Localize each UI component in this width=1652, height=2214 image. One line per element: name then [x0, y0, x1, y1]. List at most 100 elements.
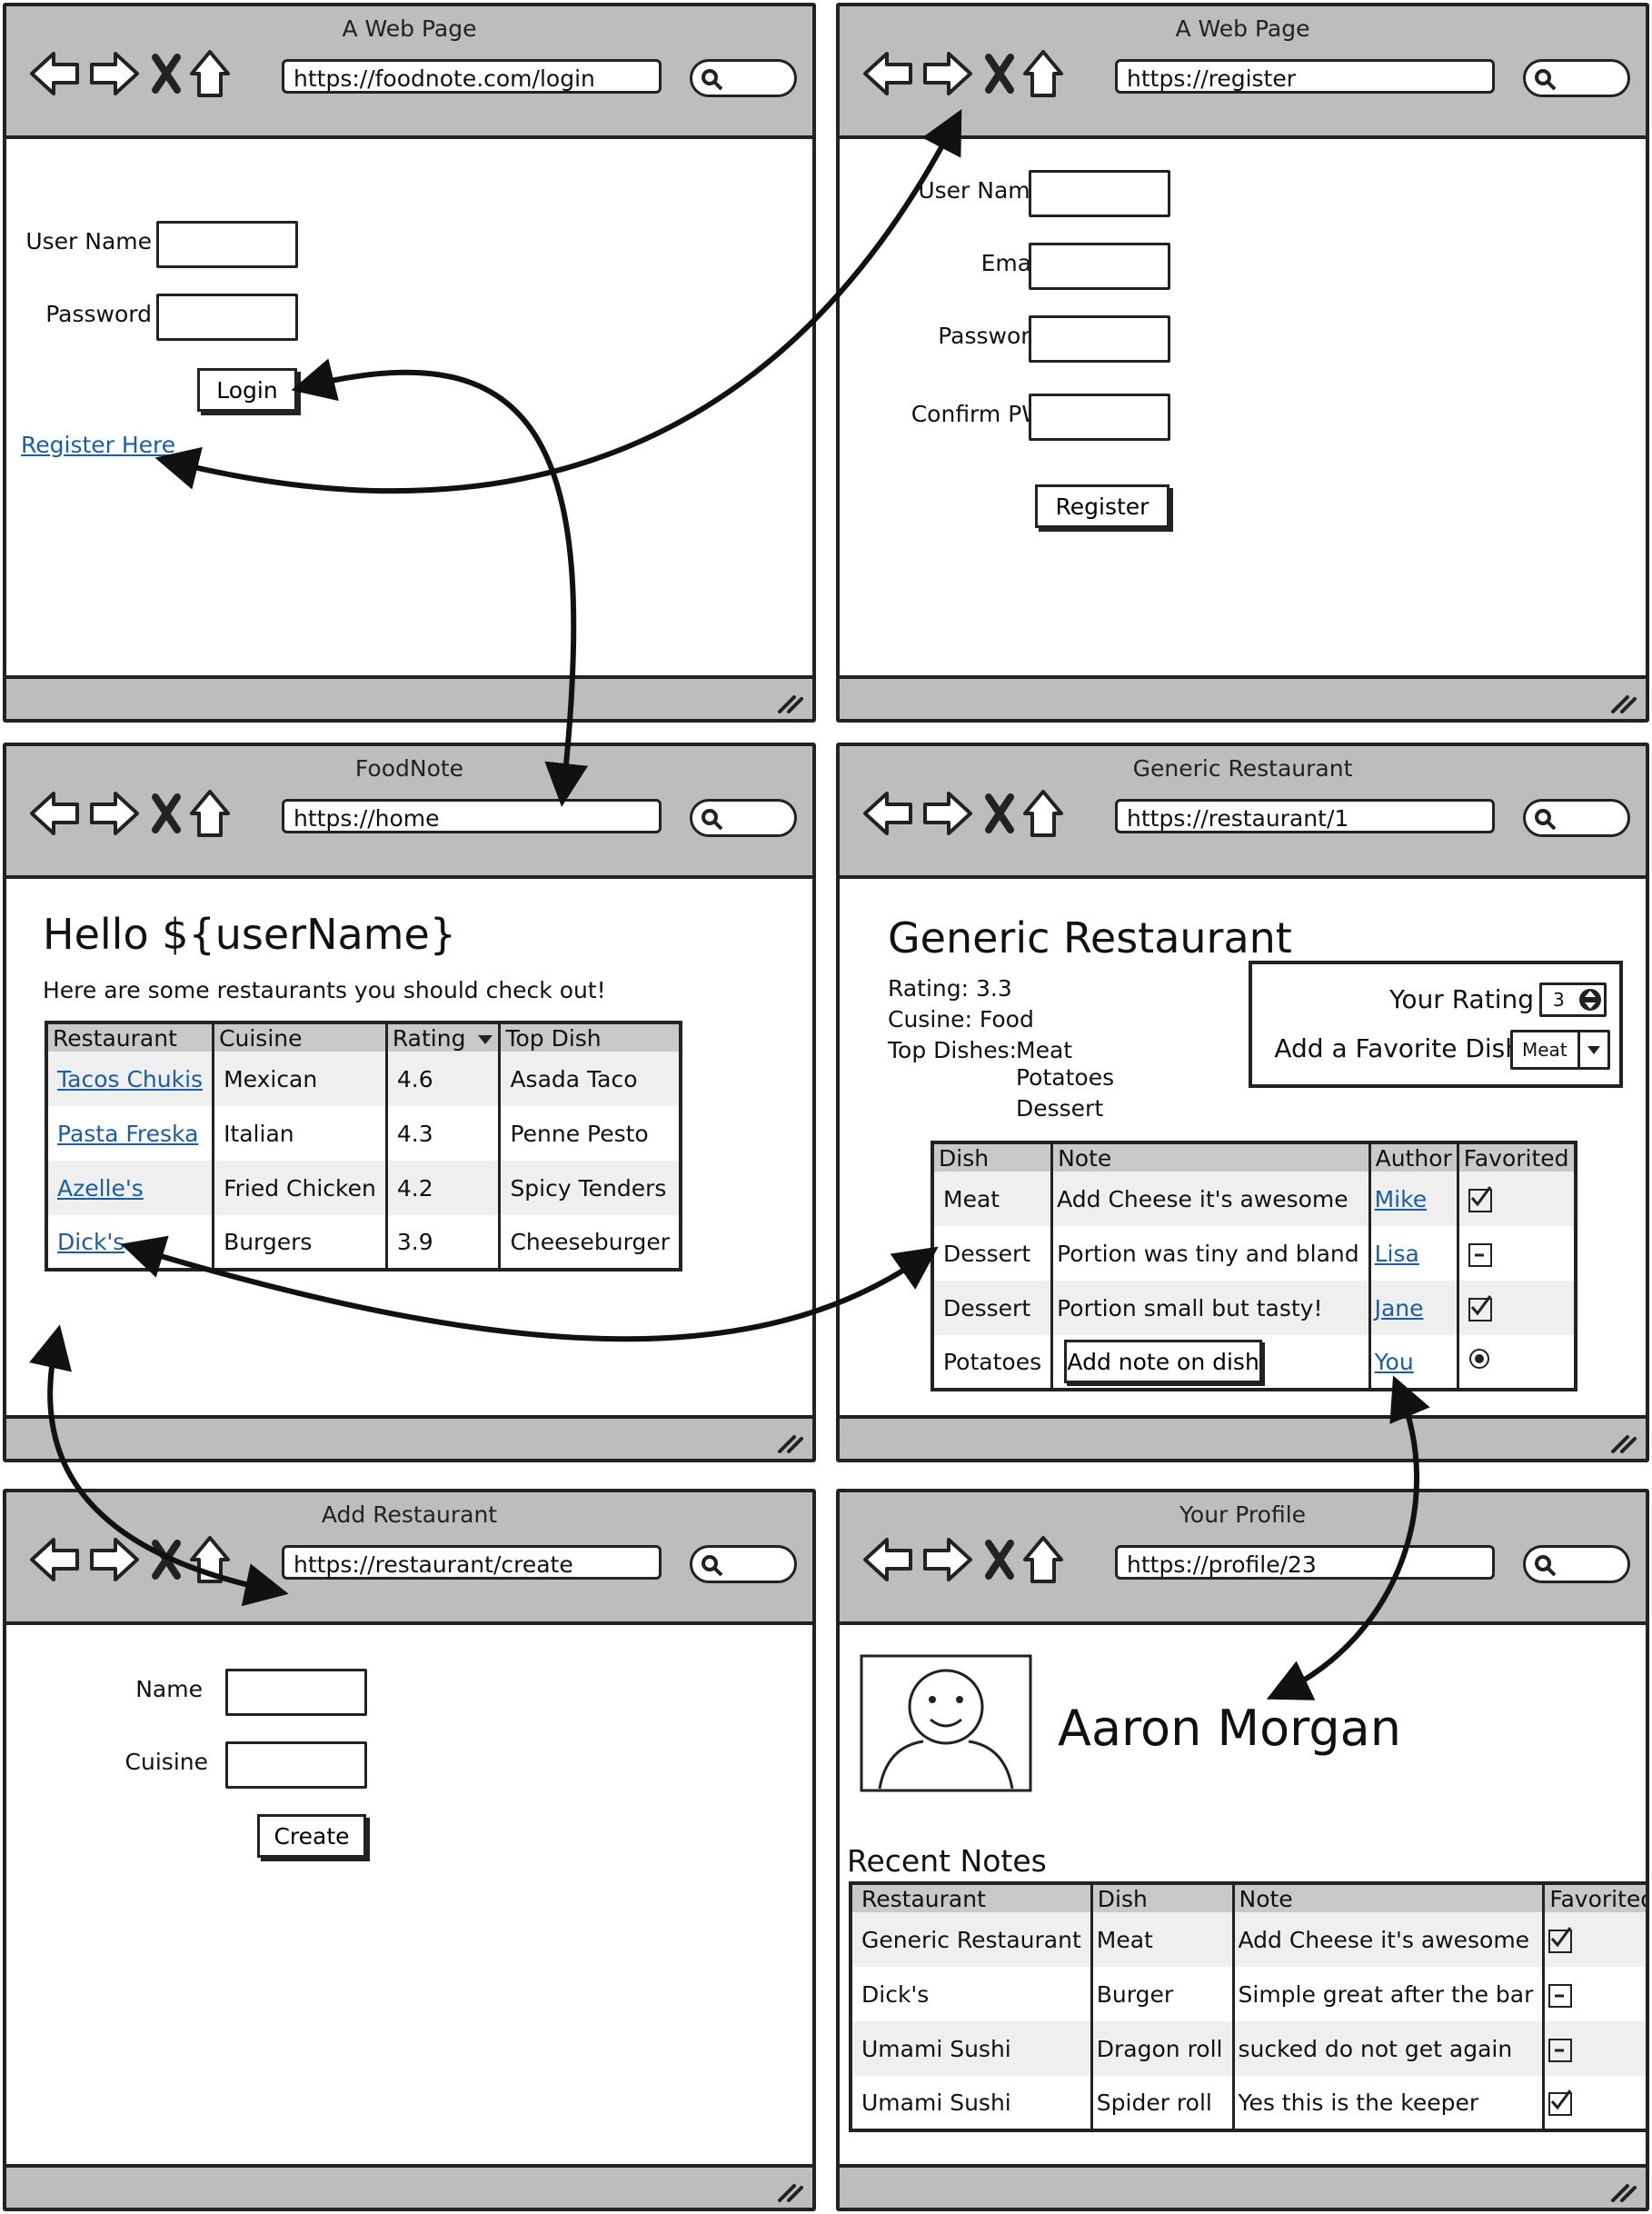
- column-header-top-dish[interactable]: Top Dish: [498, 1022, 681, 1052]
- status-bar: [840, 2164, 1646, 2208]
- stepper-arrows-icon[interactable]: [1578, 985, 1602, 1014]
- resize-grip-icon[interactable]: [774, 2173, 805, 2204]
- window-title: A Web Page: [342, 15, 477, 42]
- restaurant-link[interactable]: Pasta Freska: [57, 1121, 198, 1147]
- author-link[interactable]: You: [1375, 1349, 1414, 1375]
- author-link[interactable]: Jane: [1375, 1295, 1424, 1321]
- column-header-note: Note: [1050, 1142, 1370, 1172]
- note-cell: Add Cheese it's awesome: [1050, 1172, 1370, 1226]
- confirm-password-input[interactable]: [1029, 394, 1170, 441]
- favorite-checkbox[interactable]: [1548, 1926, 1573, 1953]
- restaurant-link[interactable]: Dick's: [57, 1229, 124, 1255]
- table-header: Dish Note Author Favorited: [932, 1142, 1576, 1172]
- favorite-checkbox[interactable]: [1468, 1242, 1492, 1267]
- page-body: Hello ${userName} Here are some restaura…: [6, 879, 812, 1459]
- window-title: Your Profile: [1179, 1501, 1307, 1528]
- url-bar[interactable]: https://restaurant/create: [282, 1545, 662, 1580]
- page-body: User Name Password Login Register Here: [6, 139, 812, 675]
- author-link[interactable]: Lisa: [1375, 1241, 1419, 1267]
- add-note-button[interactable]: Add note on dish: [1064, 1340, 1263, 1383]
- chevron-down-icon[interactable]: [1577, 1032, 1607, 1067]
- fav-dish-value: Meat: [1522, 1039, 1567, 1061]
- table-row: Pasta Freska Italian 4.3 Penne Pesto: [46, 1106, 681, 1161]
- recent-notes-table: Restaurant Dish Note Favorited Generic R…: [849, 1881, 1646, 2132]
- rating-cell: 4.3: [384, 1106, 500, 1161]
- search-field[interactable]: [1523, 1545, 1630, 1583]
- register-link[interactable]: Register Here: [21, 432, 175, 458]
- note-cell: Portion was tiny and bland: [1050, 1226, 1370, 1281]
- url-bar[interactable]: https://restaurant/1: [1115, 799, 1495, 833]
- dish-cell: Dessert: [943, 1240, 1031, 1267]
- search-field[interactable]: [1523, 799, 1630, 837]
- dish-cell: Spider roll: [1090, 2076, 1233, 2130]
- column-header-note: Note: [1231, 1883, 1544, 1912]
- window-title: Generic Restaurant: [1132, 755, 1353, 782]
- favorite-checkbox[interactable]: [1468, 1185, 1492, 1212]
- favorite-checkbox[interactable]: [1548, 2038, 1573, 2062]
- search-field[interactable]: [690, 1545, 797, 1583]
- favorite-checkbox[interactable]: [1548, 1983, 1573, 2008]
- browser-toolbar: A Web Page https://foodnote.com/login: [6, 6, 812, 139]
- browser-nav-icons[interactable]: [860, 45, 1087, 103]
- restaurant-link[interactable]: Azelle's: [57, 1175, 144, 1202]
- password-label: Password: [938, 323, 1044, 349]
- favorite-checkbox[interactable]: [1468, 1294, 1492, 1321]
- note-cell: Yes this is the keeper: [1231, 2076, 1544, 2130]
- email-label: Email: [980, 250, 1044, 276]
- url-bar[interactable]: https://foodnote.com/login: [282, 59, 662, 94]
- rating-cell: 4.6: [384, 1052, 500, 1106]
- search-field[interactable]: [1523, 59, 1630, 97]
- email-input[interactable]: [1029, 243, 1170, 290]
- create-button[interactable]: Create: [257, 1814, 366, 1858]
- browser-nav-icons[interactable]: [860, 784, 1087, 843]
- name-input[interactable]: [225, 1669, 367, 1716]
- browser-nav-icons[interactable]: [26, 784, 254, 843]
- radio-selected-icon[interactable]: [1468, 1348, 1490, 1370]
- resize-grip-icon[interactable]: [774, 1424, 805, 1455]
- fav-dish-select[interactable]: Meat: [1510, 1030, 1610, 1070]
- column-header-rating[interactable]: Rating: [384, 1022, 500, 1052]
- column-header-cuisine[interactable]: Cuisine: [212, 1022, 387, 1052]
- resize-grip-icon[interactable]: [1607, 2173, 1638, 2204]
- table-row: Dick's Burgers 3.9 Cheeseburger: [46, 1215, 681, 1270]
- page-body: Name Cuisine Create: [6, 1625, 812, 2164]
- username-label: User Name: [918, 177, 1044, 204]
- resize-grip-icon[interactable]: [1607, 1424, 1638, 1455]
- add-restaurant-window: Add Restaurant https://restaurant/create…: [3, 1489, 816, 2211]
- browser-nav-icons[interactable]: [26, 1531, 254, 1589]
- restaurant-link[interactable]: Tacos Chukis: [57, 1066, 203, 1092]
- register-window: A Web Page https://register User Name Em…: [836, 3, 1649, 723]
- restaurant-table: Restaurant Cuisine Rating Top Dish Tacos…: [45, 1021, 682, 1272]
- search-field[interactable]: [690, 799, 797, 837]
- favorite-checkbox[interactable]: [1548, 2089, 1573, 2116]
- search-icon: [702, 1555, 723, 1577]
- password-input[interactable]: [1029, 315, 1170, 363]
- author-link[interactable]: Mike: [1375, 1186, 1427, 1212]
- column-header-restaurant[interactable]: Restaurant: [46, 1022, 214, 1052]
- url-bar[interactable]: https://register: [1115, 59, 1495, 94]
- column-header-author: Author: [1368, 1142, 1458, 1172]
- dish-cell: Dragon roll: [1090, 2021, 1233, 2076]
- checkmark-icon: [1470, 1294, 1491, 1315]
- top-dish-cell: Asada Taco: [498, 1052, 681, 1106]
- cuisine-input[interactable]: [225, 1741, 367, 1789]
- note-cell: Portion small but tasty!: [1050, 1281, 1370, 1335]
- login-button[interactable]: Login: [197, 368, 297, 412]
- browser-nav-icons[interactable]: [860, 1531, 1087, 1589]
- search-field[interactable]: [690, 59, 797, 97]
- username-input[interactable]: [1029, 170, 1170, 217]
- url-bar[interactable]: https://home: [282, 799, 662, 833]
- register-button[interactable]: Register: [1035, 484, 1169, 528]
- username-input[interactable]: [156, 221, 298, 268]
- page-body: Generic Restaurant Rating: 3.3 Cusine: F…: [840, 879, 1646, 1415]
- dish-cell: Burger: [1090, 1967, 1233, 2021]
- resize-grip-icon[interactable]: [1607, 684, 1638, 715]
- rating-stepper[interactable]: 3: [1539, 982, 1607, 1017]
- password-input[interactable]: [156, 294, 298, 341]
- top-dish-cell: Spicy Tenders: [498, 1161, 681, 1215]
- home-window: FoodNote https://home Hello ${userName} …: [3, 743, 816, 1462]
- profile-name: Aaron Morgan: [1058, 1700, 1401, 1757]
- browser-nav-icons[interactable]: [26, 45, 254, 103]
- resize-grip-icon[interactable]: [774, 684, 805, 715]
- url-bar[interactable]: https://profile/23: [1115, 1545, 1495, 1580]
